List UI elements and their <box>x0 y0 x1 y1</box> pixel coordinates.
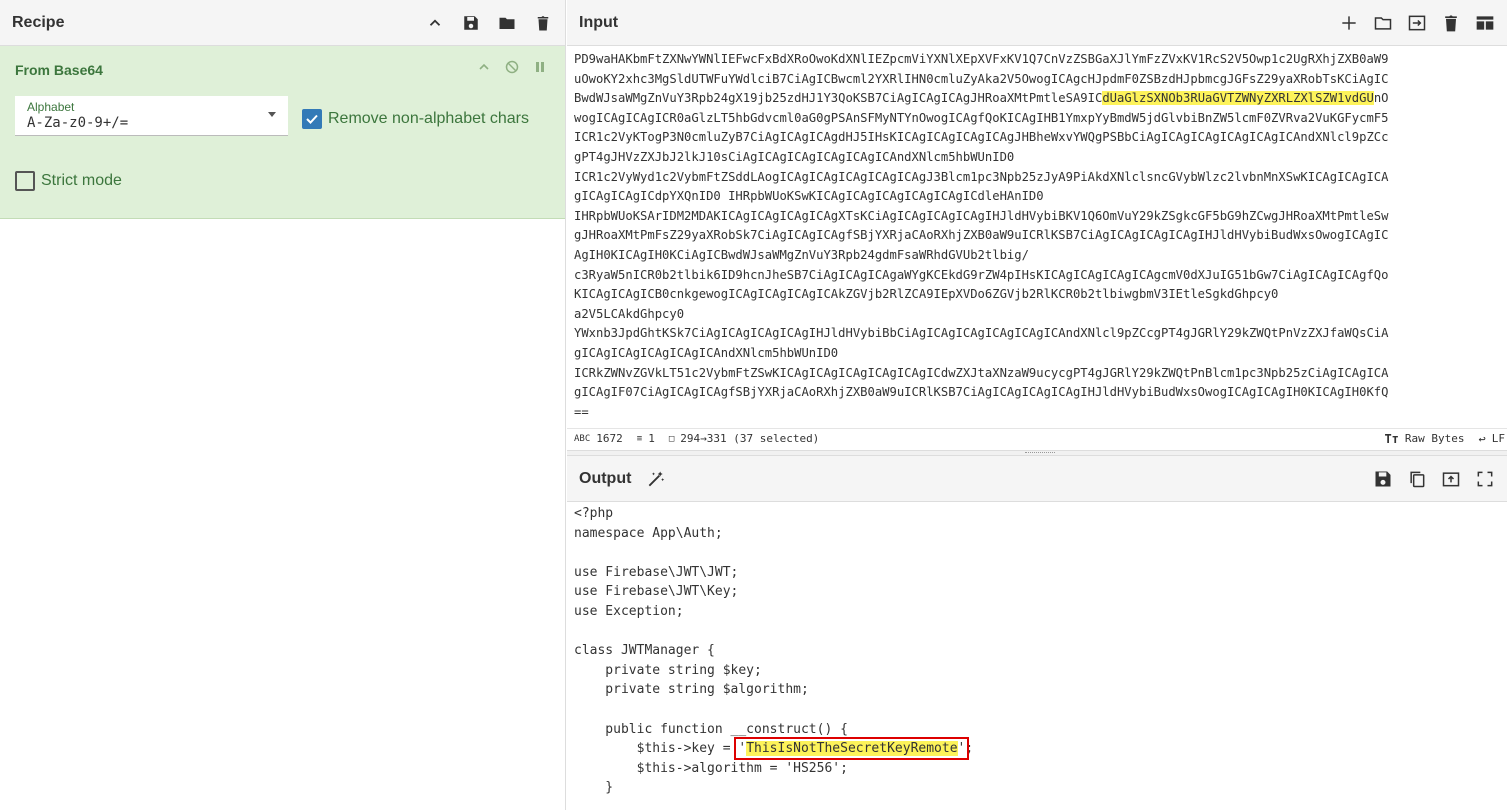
clear-recipe-trash-icon[interactable] <box>533 13 553 33</box>
input-header: Input <box>567 0 1507 46</box>
input-line: a2V5LCAkdGhpcy0 <box>574 306 685 321</box>
alphabet-select[interactable]: Alphabet A-Za-z0-9+/= <box>15 96 288 136</box>
selection-value: 294→331 (37 selected) <box>680 432 820 445</box>
text-format-icon: Tт <box>1384 431 1399 446</box>
secret-key-value: ThisIsNotTheSecretKeyRemote <box>746 741 958 757</box>
input-status-bar: ABC 1672 ≡ 1 □ 294→331 (37 selected) Tт … <box>567 428 1507 448</box>
remove-non-alphabet-label: Remove non-alphabet chars <box>328 110 530 127</box>
strict-mode-label: Strict mode <box>41 172 122 189</box>
output-pane: Output <?phpnamespace App\Auth;​use F <box>567 456 1507 810</box>
output-line: private string $algorithm; <box>574 682 809 698</box>
input-line: ICRkZWNvZGVkLT51c2VybmFtZSwKICAgICAgICAg… <box>574 365 1389 380</box>
input-line: wogICAgICAgICR0aGlzLT5hbGdvcml0aG0gPSAnS… <box>574 110 1389 125</box>
input-line: gICAgIF07CiAgICAgICAgfSBjYXRjaCAoRXhjZXB… <box>574 385 1389 400</box>
output-key-line: $this->key = 'ThisIsNotTheSecretKeyRemot… <box>574 737 974 761</box>
input-line: PD9waHAKbmFtZXNwYWNlIEFwcFxBdXRoOwoKdXNl… <box>574 52 1389 66</box>
input-line: uOwoKY2xhc3MgSldUTWFuYWdlciB7CiAgICBwcml… <box>574 71 1389 86</box>
maximize-icon[interactable] <box>1475 469 1495 489</box>
remove-non-alphabet-checkbox[interactable] <box>302 109 322 129</box>
output-text[interactable]: <?phpnamespace App\Auth;​use Firebase\JW… <box>574 504 1507 798</box>
input-title: Input <box>579 13 619 31</box>
breakpoint-pause-icon[interactable] <box>533 60 547 74</box>
recipe-header: Recipe <box>0 0 565 46</box>
return-arrow-icon: ↩ <box>1478 431 1486 446</box>
lines-icon: ≡ <box>636 433 643 444</box>
selected-text-highlight: dUaGlzSXNOb3RUaGVTZWNyZXRLZXlSZW1vdGU <box>1102 91 1374 106</box>
input-line-with-selection: BwdWJsaWMgZnVuY3Rpb24gX19jb25zdHJ1Y3QoKS… <box>574 91 1389 106</box>
eol-value: LF <box>1491 432 1505 445</box>
strict-mode-option[interactable]: Strict mode <box>15 171 122 191</box>
input-line: ICR1c2VyKTogP3N0cmluZyB7CiAgICAgICAgdHJ5… <box>574 130 1389 145</box>
output-line: ​ <box>574 622 1507 642</box>
length-stat: ABC 1672 <box>574 432 623 445</box>
lines-value: 1 <box>648 432 655 445</box>
encoding-selector[interactable]: Tт Raw Bytes <box>1384 432 1464 446</box>
operation-from-base64[interactable]: From Base64 Alphabet A-Za-z0-9+/= Remove… <box>0 46 565 219</box>
open-file-folder-icon[interactable] <box>1373 13 1393 33</box>
output-line: class JWTManager { <box>574 643 715 659</box>
output-line: use Exception; <box>574 603 684 619</box>
encoding-value: Raw Bytes <box>1404 432 1465 445</box>
input-line: ICR1c2VyWyd1c2VybmFtZSddLAogICAgICAgICAg… <box>574 169 1389 184</box>
selection-stat: □ 294→331 (37 selected) <box>669 432 820 445</box>
input-line: c3RyaW5nICR0b2tlbik6ID9hcnJheSB7CiAgICAg… <box>574 267 1389 282</box>
eol-selector[interactable]: ↩ LF <box>1479 432 1505 446</box>
input-pane: Input PD9waHAKbmFtZXNwYWNlIEFwcFxBdXRoOw… <box>567 0 1507 450</box>
output-line: use Firebase\JWT\JWT; <box>574 564 739 580</box>
output-title: Output <box>579 469 632 487</box>
lines-stat: ≡ 1 <box>637 432 655 445</box>
input-line: YWxnb3JpdGhtKSk7CiAgICAgICAgICAgIHJldHVy… <box>574 326 1389 341</box>
strict-mode-checkbox[interactable] <box>15 171 35 191</box>
abc-icon: ABC <box>574 433 591 444</box>
output-header: Output <box>567 456 1507 502</box>
disable-op-icon[interactable] <box>505 60 519 74</box>
output-line: ​ <box>574 700 1507 720</box>
input-line: == <box>574 404 589 419</box>
remove-non-alphabet-option[interactable]: Remove non-alphabet chars <box>302 109 529 129</box>
input-line: gPT4gJHVzZXJbJ2lkJ10sCiAgICAgICAgICAgICA… <box>574 149 1015 164</box>
output-line: use Firebase\JWT\Key; <box>574 584 739 600</box>
input-textarea[interactable]: PD9waHAKbmFtZXNwYWNlIEFwcFxBdXRoOwoKdXNl… <box>574 50 1507 426</box>
secret-key-annotation-box: 'ThisIsNotTheSecretKeyRemote' <box>734 737 970 761</box>
input-line: AgIH0KICAgIH0KCiAgICBwdWJsaWMgZnVuY3Rpb2… <box>574 247 1029 262</box>
input-line: IHRpbWUoKSArIDM2MDAKICAgICAgICAgICAgXTsK… <box>574 208 1389 223</box>
output-line: ​ <box>574 543 1507 563</box>
cyberchef-app: Recipe From Base64 Alphabet A-Za-z0-9+/=… <box>0 0 1507 810</box>
replace-input-icon[interactable] <box>1441 469 1461 489</box>
output-line: public function __construct() { <box>574 721 848 737</box>
save-recipe-icon[interactable] <box>461 13 481 33</box>
clear-input-trash-icon[interactable] <box>1441 13 1461 33</box>
magic-wand-icon[interactable] <box>645 468 667 490</box>
input-line: gJHRoaXMtPmFsZ29yaXRobSk7CiAgICAgICAgfSB… <box>574 228 1389 243</box>
dropdown-caret-icon <box>268 112 276 117</box>
collapse-chevron-icon[interactable] <box>477 60 491 74</box>
output-line: } <box>574 780 614 796</box>
selection-icon: □ <box>668 433 675 444</box>
input-line: KICAgICAgICB0cnkgewogICAgICAgICAgICAkZGV… <box>574 287 1279 302</box>
length-value: 1672 <box>596 432 623 445</box>
alphabet-value: A-Za-z0-9+/= <box>27 115 129 131</box>
recipe-title: Recipe <box>12 13 65 31</box>
reset-layout-icon[interactable] <box>1475 13 1495 33</box>
output-line: private string $key; <box>574 662 762 678</box>
input-line: gICAgICAgICAgICAgICAndXNlcm5hbWUnID0 <box>574 345 839 360</box>
output-line: $this->algorithm = 'HS256'; <box>574 760 848 776</box>
input-line: gICAgICAgICdpYXQnID0 IHRpbWUoKSwKICAgICA… <box>574 189 1044 204</box>
recipe-pane: Recipe From Base64 Alphabet A-Za-z0-9+/=… <box>0 0 566 810</box>
copy-output-icon[interactable] <box>1407 469 1427 489</box>
load-import-icon[interactable] <box>1407 13 1427 33</box>
resize-grip-icon <box>1025 452 1055 454</box>
chevron-up-icon[interactable] <box>425 13 445 33</box>
alphabet-label: Alphabet <box>27 100 75 114</box>
output-line: namespace App\Auth; <box>574 525 723 541</box>
output-line: <?php <box>574 506 614 521</box>
operation-title: From Base64 <box>15 62 103 78</box>
load-recipe-folder-icon[interactable] <box>497 13 517 33</box>
add-tab-plus-icon[interactable] <box>1339 13 1359 33</box>
save-output-icon[interactable] <box>1373 469 1393 489</box>
